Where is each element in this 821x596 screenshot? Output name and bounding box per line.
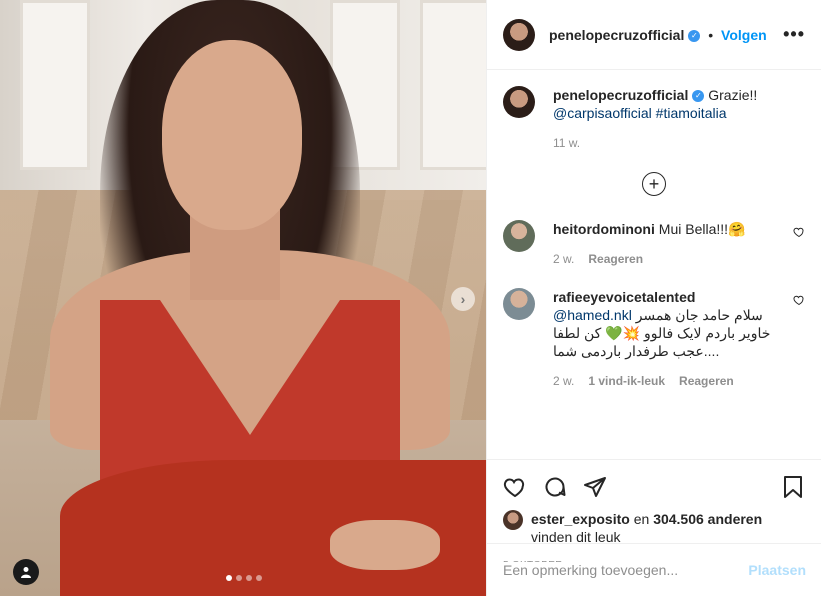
- caption-timestamp[interactable]: 11 w.: [553, 134, 580, 152]
- carousel-next-button[interactable]: ›: [451, 287, 475, 311]
- caption-text: Grazie!!: [708, 87, 758, 103]
- tagged-users-button[interactable]: [13, 559, 39, 585]
- heart-outline-icon[interactable]: [793, 226, 805, 238]
- comment-likes-count[interactable]: 1 vind-ik-leuk: [588, 372, 665, 390]
- caption: penelopecruzofficial ✓ Grazie!! @carpisao…: [503, 86, 805, 152]
- carousel-dot: [226, 575, 232, 581]
- caption-username[interactable]: penelopecruzofficial: [553, 87, 688, 103]
- liker-username[interactable]: ester_exposito: [531, 511, 630, 527]
- caption-hashtag[interactable]: #tiamoitalia: [656, 105, 727, 121]
- user-icon: [21, 567, 31, 578]
- comment-bubble-icon[interactable]: [543, 475, 567, 499]
- comment-text-line: سلام حامد جان همسر: [635, 307, 763, 323]
- reply-button[interactable]: Reageren: [588, 250, 643, 268]
- avatar[interactable]: [503, 220, 535, 252]
- comment-username[interactable]: heitordominoni: [553, 221, 655, 237]
- carousel-dots: [226, 575, 262, 581]
- comment-text-line: خاویر باردم لایک فالوو 💥💚 کن لطفا: [553, 325, 771, 341]
- background-window: [20, 0, 90, 170]
- post-header: penelopecruzofficial ✓ • Volgen •••: [487, 0, 821, 70]
- reply-button[interactable]: Reageren: [679, 372, 734, 390]
- more-options-icon[interactable]: •••: [783, 24, 805, 45]
- avatar[interactable]: [503, 510, 523, 530]
- header-user: penelopecruzofficial ✓ • Volgen: [549, 27, 767, 43]
- likes-joiner: en: [633, 511, 650, 527]
- share-paper-plane-icon[interactable]: [583, 475, 607, 499]
- avatar[interactable]: [503, 86, 535, 118]
- post-image[interactable]: ›: [0, 0, 486, 596]
- separator-dot: •: [708, 26, 714, 43]
- instagram-post: › penelopecruzofficial ✓ • Volgen ••• pe…: [0, 0, 821, 596]
- like-heart-icon[interactable]: [503, 475, 527, 499]
- carousel-dot: [246, 575, 252, 581]
- comment: heitordominoni Mui Bella!!!🤗 2 w. Reager…: [503, 220, 805, 268]
- comments-section: penelopecruzofficial ✓ Grazie!! @carpisao…: [487, 70, 821, 459]
- heart-outline-icon[interactable]: [793, 294, 805, 306]
- comment-timestamp[interactable]: 2 w.: [553, 372, 574, 390]
- comment-text: Mui Bella!!!🤗: [658, 221, 746, 237]
- photo-hand: [330, 520, 440, 570]
- comment-mention[interactable]: @hamed.nkl: [553, 307, 632, 323]
- verified-badge-icon: ✓: [688, 29, 701, 42]
- likes-summary: ester_exposito en 304.506 anderen vinden…: [503, 510, 805, 546]
- verified-badge-icon: ✓: [692, 90, 705, 103]
- bookmark-icon[interactable]: [781, 475, 805, 499]
- comment-username[interactable]: rafieeyevoicetalented: [553, 289, 695, 305]
- likes-count-link[interactable]: 304.506 anderen: [653, 511, 762, 527]
- carousel-dot: [236, 575, 242, 581]
- avatar[interactable]: [503, 18, 535, 51]
- caption-mention[interactable]: @carpisaofficial: [553, 105, 652, 121]
- load-more-comments: +: [503, 172, 805, 196]
- comment-input[interactable]: [503, 562, 749, 578]
- comment-timestamp[interactable]: 2 w.: [553, 250, 574, 268]
- plus-circle-icon[interactable]: +: [642, 172, 666, 196]
- username-link[interactable]: penelopecruzofficial: [549, 27, 684, 43]
- carousel-dot: [256, 575, 262, 581]
- post-details-panel: penelopecruzofficial ✓ • Volgen ••• penel…: [486, 0, 821, 596]
- comment: rafieeyevoicetalented @hamed.nkl سلام حا…: [503, 288, 805, 390]
- background-window: [420, 0, 486, 170]
- post-comment-button[interactable]: Plaatsen: [748, 562, 806, 578]
- comment-text-line: عجب طرفدار باردمی شما....: [553, 343, 720, 359]
- chevron-right-icon: ›: [460, 291, 466, 307]
- photo-face: [162, 40, 302, 230]
- avatar[interactable]: [503, 288, 535, 320]
- add-comment-bar: Plaatsen: [487, 543, 821, 596]
- follow-button[interactable]: Volgen: [721, 27, 767, 43]
